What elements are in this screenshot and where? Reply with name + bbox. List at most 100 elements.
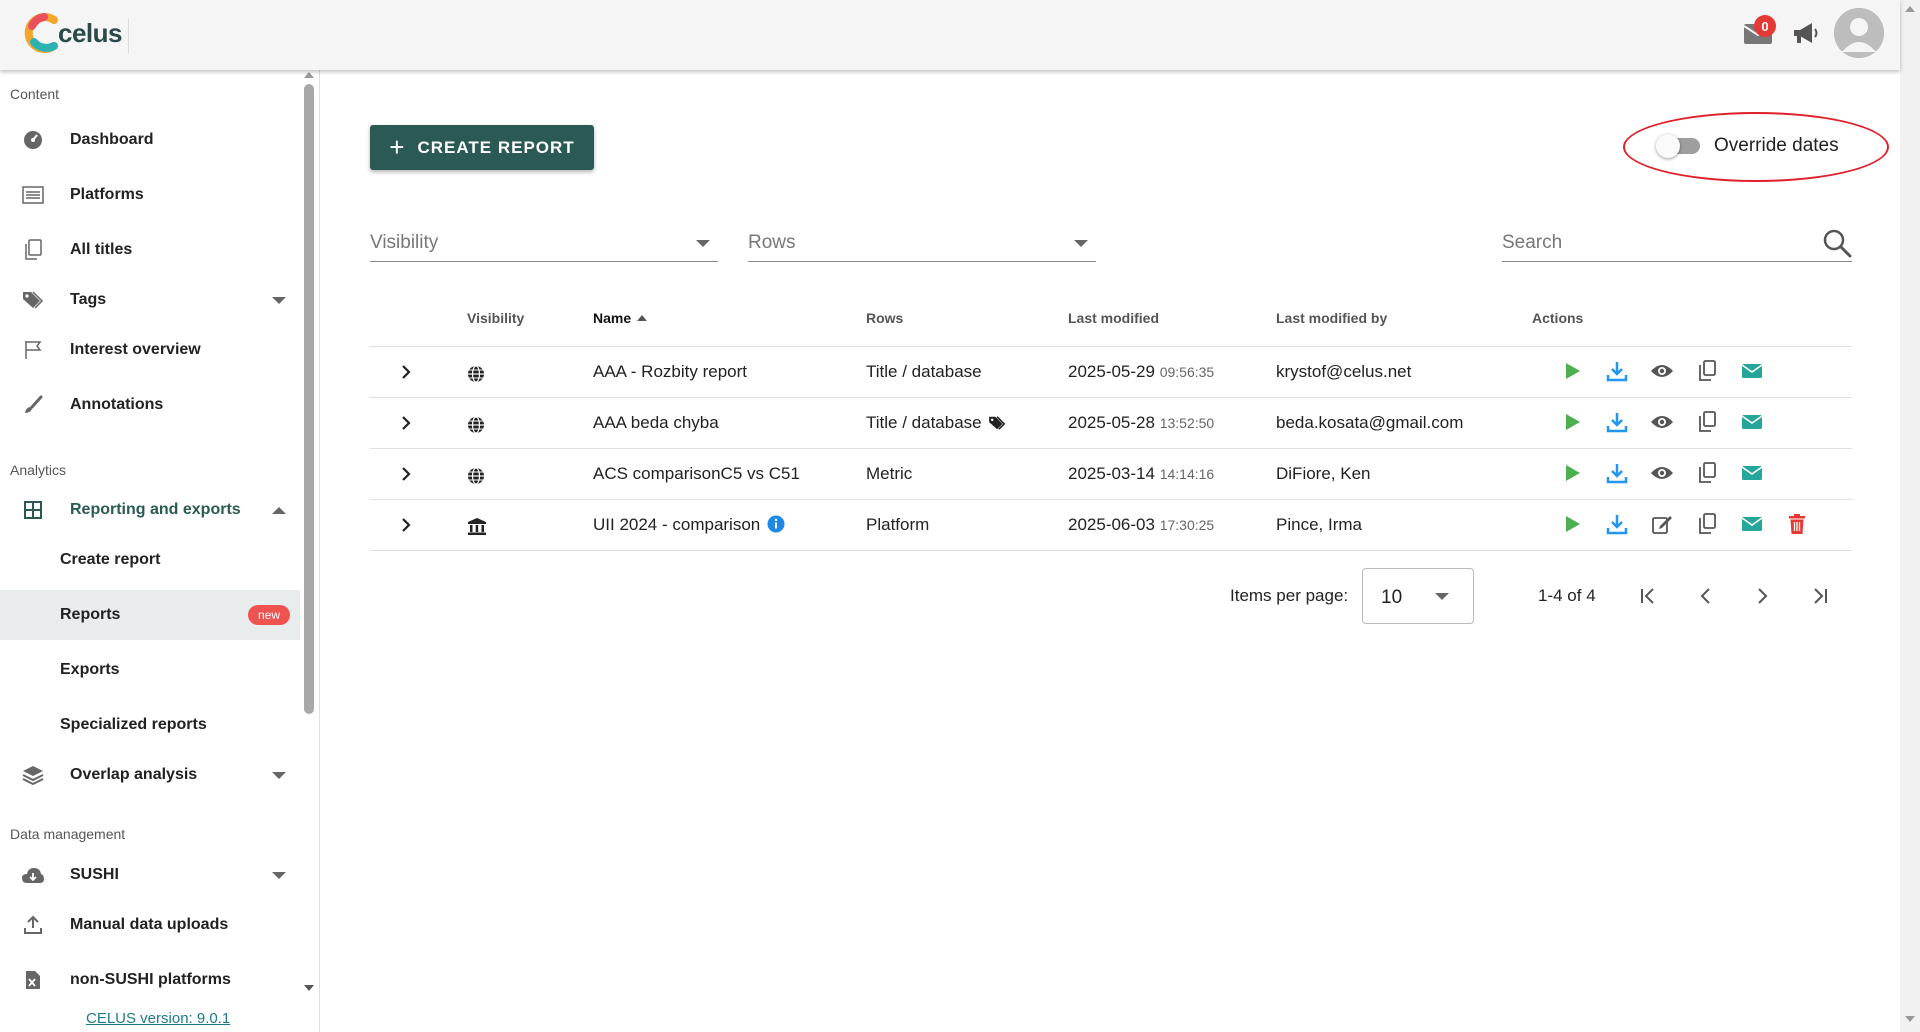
- header-last-modified-by[interactable]: Last modified by: [1276, 310, 1387, 326]
- edit-icon[interactable]: [1650, 512, 1674, 536]
- last-modified-time: 17:30:25: [1159, 517, 1215, 533]
- play-icon[interactable]: [1560, 359, 1584, 383]
- visibility-select-label: Visibility: [370, 232, 439, 253]
- eye-icon[interactable]: [1650, 410, 1674, 434]
- copy-icon[interactable]: [1695, 359, 1719, 383]
- download-icon[interactable]: [1605, 512, 1629, 536]
- download-icon[interactable]: [1605, 461, 1629, 485]
- version-link[interactable]: CELUS version: 9.0.1: [86, 1010, 230, 1027]
- previous-page-button[interactable]: [1692, 582, 1720, 610]
- globe-icon: [468, 467, 484, 485]
- top-app-bar: celus 0: [0, 0, 1900, 70]
- table-row[interactable]: AAA - Rozbity report Title / database 20…: [370, 346, 1852, 397]
- report-rows: Platform: [866, 515, 930, 534]
- sidebar-item-manual-data-uploads[interactable]: Manual data uploads: [0, 900, 300, 950]
- header-visibility[interactable]: Visibility: [467, 310, 524, 326]
- row-actions: [1560, 461, 1764, 485]
- sidebar-item-create-report[interactable]: Create report: [0, 535, 300, 585]
- report-name[interactable]: ACS comparisonC5 vs C51: [593, 464, 800, 484]
- expand-chevron-icon[interactable]: [400, 517, 412, 533]
- download-icon[interactable]: [1605, 410, 1629, 434]
- table-row[interactable]: AAA beda chyba Title / database 2025-05-…: [370, 397, 1852, 448]
- sidebar-item-exports[interactable]: Exports: [0, 645, 300, 695]
- email-icon[interactable]: [1740, 461, 1764, 485]
- report-name-label: UII 2024 - comparison: [593, 515, 761, 534]
- last-page-button[interactable]: [1806, 582, 1834, 610]
- report-name[interactable]: AAA beda chyba: [593, 413, 719, 433]
- scroll-down-arrow-icon[interactable]: [1905, 1016, 1915, 1022]
- table-row[interactable]: ACS comparisonC5 vs C51 Metric 2025-03-1…: [370, 448, 1852, 499]
- email-icon[interactable]: [1740, 512, 1764, 536]
- download-icon[interactable]: [1605, 359, 1629, 383]
- user-avatar[interactable]: [1834, 8, 1884, 58]
- items-per-page-select[interactable]: 10: [1362, 568, 1474, 624]
- create-report-label: CREATE REPORT: [417, 137, 575, 157]
- sidebar-item-label: Dashboard: [70, 131, 154, 148]
- sidebar-item-all-titles[interactable]: All titles: [0, 225, 300, 275]
- play-icon[interactable]: [1560, 512, 1584, 536]
- sidebar-item-reporting-and-exports[interactable]: Reporting and exports: [0, 485, 300, 535]
- create-report-button[interactable]: + CREATE REPORT: [370, 125, 594, 170]
- expand-chevron-icon[interactable]: [400, 415, 412, 431]
- play-icon[interactable]: [1560, 410, 1584, 434]
- scroll-up-arrow-icon[interactable]: [1905, 6, 1915, 12]
- upload-icon: [20, 912, 46, 938]
- info-icon[interactable]: [767, 515, 785, 533]
- copy-icon[interactable]: [1695, 461, 1719, 485]
- notifications-button[interactable]: 0: [1738, 13, 1778, 53]
- table-row[interactable]: UII 2024 - comparison Platform 2025-06-0…: [370, 499, 1852, 550]
- sidebar-item-interest-overview[interactable]: Interest overview: [0, 325, 300, 375]
- scroll-up-arrow-icon[interactable]: [304, 72, 314, 78]
- sidebar-item-sushi[interactable]: SUSHI: [0, 850, 300, 900]
- announcements-button[interactable]: [1788, 13, 1824, 53]
- globe-icon: [468, 416, 484, 434]
- sidebar-item-label: Create report: [60, 551, 161, 568]
- sidebar-item-specialized-reports[interactable]: Specialized reports: [0, 700, 300, 750]
- sidebar-item-dashboard[interactable]: Dashboard: [0, 115, 300, 165]
- email-icon[interactable]: [1740, 359, 1764, 383]
- eye-icon[interactable]: [1650, 461, 1674, 485]
- report-name[interactable]: UII 2024 - comparison: [593, 515, 785, 535]
- search-input[interactable]: Search: [1502, 222, 1852, 262]
- first-page-button[interactable]: [1634, 582, 1662, 610]
- visibility-select[interactable]: Visibility: [370, 222, 718, 262]
- expand-chevron-icon[interactable]: [400, 364, 412, 380]
- page-scrollbar[interactable]: [1900, 0, 1920, 1032]
- speedometer-icon: [20, 127, 46, 153]
- sidebar-item-annotations[interactable]: Annotations: [0, 380, 300, 430]
- items-per-page-label: Items per page:: [1230, 586, 1349, 605]
- sidebar-item-non-sushi-platforms[interactable]: non-SUSHI platforms: [0, 955, 300, 1005]
- chevron-down-icon: [272, 771, 286, 779]
- sidebar-item-overlap-analysis[interactable]: Overlap analysis: [0, 750, 300, 800]
- rows-select[interactable]: Rows: [748, 222, 1096, 262]
- header-last-modified[interactable]: Last modified: [1068, 310, 1159, 326]
- sidebar-item-reports[interactable]: Reports new: [0, 590, 300, 640]
- last-modified: 2025-06-03 17:30:25: [1068, 515, 1214, 535]
- last-modified: 2025-05-29 09:56:35: [1068, 362, 1214, 382]
- play-icon[interactable]: [1560, 461, 1584, 485]
- sidebar-section-content: Content: [10, 86, 60, 102]
- sidebar: Content Dashboard Platforms All titles T…: [0, 70, 320, 1032]
- sidebar-item-label: All titles: [70, 241, 133, 258]
- last-page-icon: [1814, 588, 1827, 604]
- notification-count-badge: 0: [1754, 15, 1776, 37]
- chevron-down-icon: [272, 871, 286, 879]
- copy-icon[interactable]: [1695, 512, 1719, 536]
- email-icon[interactable]: [1740, 410, 1764, 434]
- sidebar-item-tags[interactable]: Tags: [0, 275, 300, 325]
- header-name[interactable]: Name: [593, 310, 648, 326]
- celus-logo[interactable]: celus: [24, 12, 123, 54]
- delete-icon[interactable]: [1785, 512, 1809, 536]
- report-name[interactable]: AAA - Rozbity report: [593, 362, 747, 382]
- search-icon[interactable]: [1822, 228, 1852, 258]
- expand-chevron-icon[interactable]: [400, 466, 412, 482]
- tags-icon: [989, 416, 1006, 430]
- sidebar-item-platforms[interactable]: Platforms: [0, 170, 300, 220]
- next-page-button[interactable]: [1748, 582, 1776, 610]
- scroll-down-arrow-icon[interactable]: [304, 985, 314, 991]
- sidebar-scrollbar-thumb[interactable]: [304, 84, 314, 714]
- sidebar-item-label: Interest overview: [70, 341, 201, 358]
- header-rows[interactable]: Rows: [866, 310, 903, 326]
- copy-icon[interactable]: [1695, 410, 1719, 434]
- eye-icon[interactable]: [1650, 359, 1674, 383]
